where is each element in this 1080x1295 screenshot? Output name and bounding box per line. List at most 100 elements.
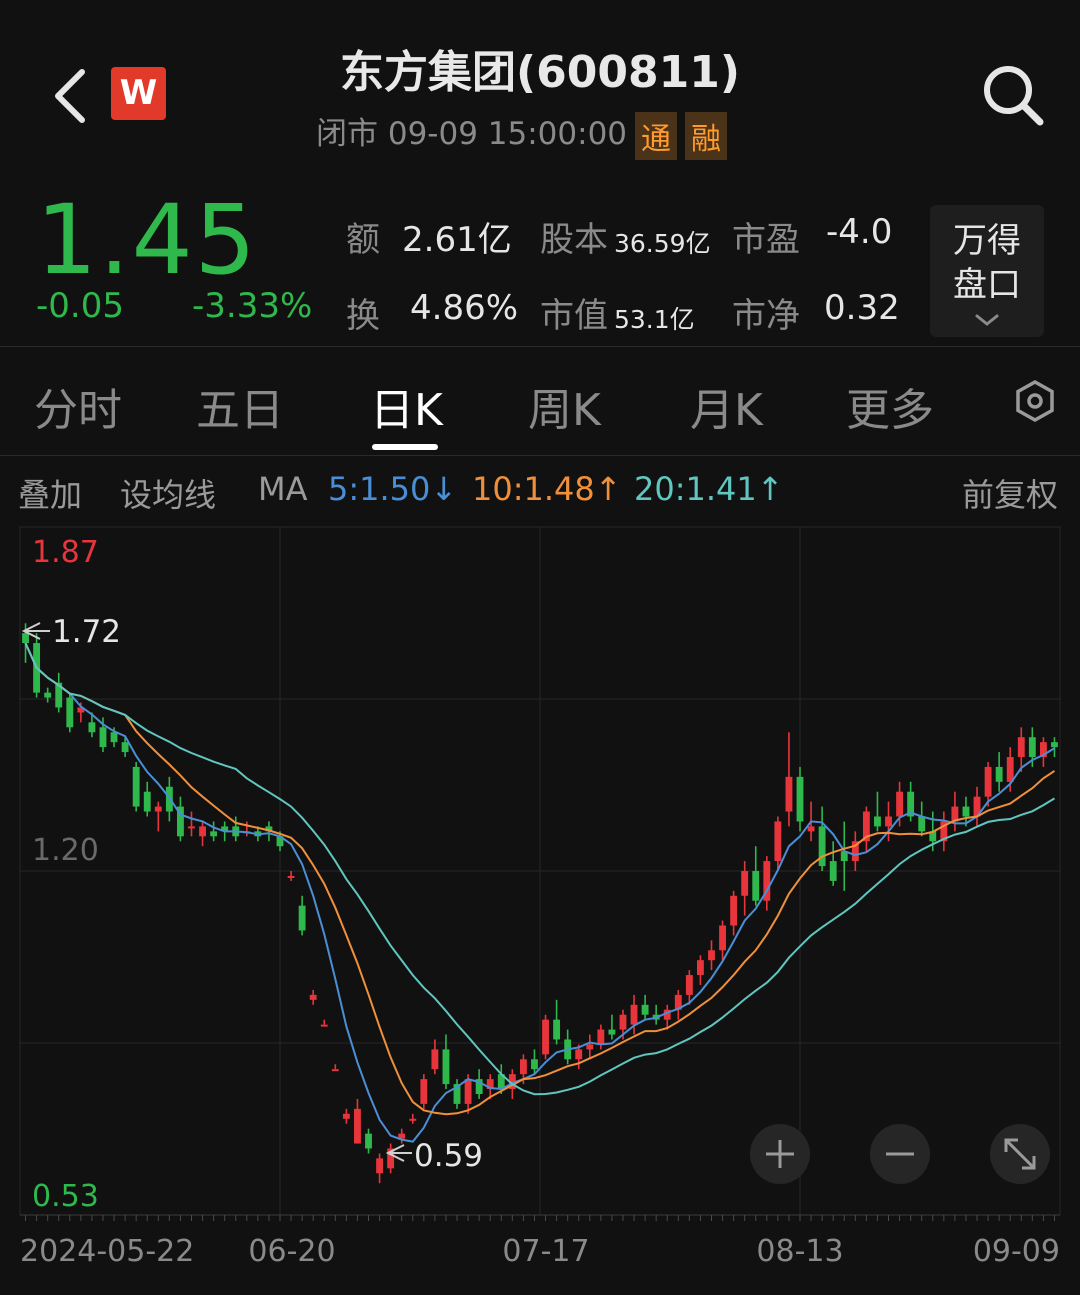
tab-daily-k[interactable]: 日K <box>370 374 443 438</box>
candle-body <box>995 766 1003 782</box>
amount-label: 额 <box>346 220 380 260</box>
candle-body <box>132 766 140 807</box>
candle-body <box>1028 737 1036 758</box>
candle-body <box>608 1029 616 1035</box>
market-status: 闭市 09-09 15:00:00 通融 <box>316 108 728 160</box>
tab-more[interactable]: 更多 <box>846 374 934 438</box>
candle-body <box>641 1004 649 1015</box>
high-marker-label: 1.72 <box>52 614 121 650</box>
candle-body <box>376 1158 384 1174</box>
candle-body <box>807 826 815 832</box>
turnover-value: 4.86% <box>410 288 519 328</box>
panel-button-line1: 万得 <box>953 221 1021 261</box>
mktcap-value: 53.1亿 <box>614 305 695 334</box>
set-ma-button[interactable]: 设均线 <box>120 470 216 516</box>
candle-body <box>1051 742 1058 748</box>
ma10-value: 10:1.48↑ <box>472 470 622 508</box>
x-tick-label: 06-20 <box>248 1234 335 1269</box>
x-tick-label: 09-09 <box>973 1234 1060 1269</box>
candle-body <box>188 826 195 829</box>
capital-value: 36.59亿 <box>614 229 711 258</box>
candle-body <box>420 1079 428 1104</box>
candle-body <box>918 816 926 832</box>
pe-label: 市盈 <box>732 220 800 260</box>
divider <box>0 455 1080 456</box>
candle-body <box>818 826 826 867</box>
candle-body <box>431 1049 439 1070</box>
last-price: 1.45 <box>36 184 258 296</box>
ma-label: MA <box>258 470 308 508</box>
candle-body <box>597 1029 605 1045</box>
candle-body <box>1017 737 1025 758</box>
pe-value: -4.0 <box>826 212 893 252</box>
candle-body <box>785 776 793 812</box>
x-tick-label: 08-13 <box>756 1234 843 1269</box>
candle-body <box>88 722 96 733</box>
candle-body <box>752 871 760 901</box>
candle-body <box>531 1059 538 1070</box>
overlay-button[interactable]: 叠加 <box>18 470 82 516</box>
candle-body <box>287 875 295 878</box>
candle-body <box>519 1059 527 1075</box>
price-change-percent: -3.33% <box>192 286 313 326</box>
turnover-label: 换 <box>346 296 380 336</box>
chart-grid <box>19 526 1061 1216</box>
candle-body <box>730 895 738 926</box>
back-icon[interactable] <box>48 66 92 126</box>
panel-button-line2: 盘口 <box>953 265 1021 305</box>
candle-body <box>885 816 892 827</box>
candle-body <box>586 1044 594 1050</box>
candle-body <box>553 1019 561 1040</box>
candle-body <box>342 1113 350 1119</box>
tab-intraday[interactable]: 分时 <box>34 374 122 438</box>
expand-button[interactable] <box>990 1124 1050 1184</box>
candle-body <box>210 831 218 837</box>
x-tick-label: 07-17 <box>502 1234 589 1269</box>
tab-monthly-k[interactable]: 月K <box>690 374 763 438</box>
tab-weekly-k[interactable]: 周K <box>528 374 601 438</box>
candle-body <box>66 697 74 728</box>
candle-body <box>708 950 715 961</box>
zoom-out-button[interactable] <box>870 1124 930 1184</box>
capital-label: 股本 <box>540 220 608 260</box>
rong-badge: 融 <box>685 111 728 160</box>
divider <box>0 346 1080 347</box>
kline-chart[interactable]: 1.87 1.20 0.53 1.72 0.59 2024-05-22 06-20… <box>0 515 1080 1295</box>
candle-body <box>774 821 782 862</box>
candle-body <box>685 975 693 995</box>
zoom-in-button[interactable] <box>750 1124 810 1184</box>
low-marker-label: 0.59 <box>414 1138 483 1174</box>
chevron-down-icon <box>975 314 999 326</box>
candle-body <box>796 776 804 822</box>
candle-body <box>984 766 992 797</box>
x-axis: 2024-05-22 06-20 07-17 08-13 09-09 <box>20 1214 1060 1269</box>
x-tick-label: 2024-05-22 <box>20 1234 194 1269</box>
candle-body <box>298 905 306 931</box>
candle-body <box>199 826 206 837</box>
candle-body <box>575 1049 583 1060</box>
candle-body <box>719 925 726 951</box>
candle-body <box>630 1004 638 1025</box>
candle-body <box>143 791 151 812</box>
candle-body <box>121 742 129 753</box>
candle-body <box>99 727 107 748</box>
adjust-button[interactable]: 前复权 <box>962 470 1058 516</box>
tab-five-day[interactable]: 五日 <box>196 374 284 438</box>
y-max-label: 1.87 <box>32 535 99 570</box>
search-icon[interactable] <box>980 62 1046 128</box>
candle-body <box>44 692 52 698</box>
status-text: 闭市 09-09 15:00:00 <box>316 116 628 152</box>
wind-quote-panel-button[interactable]: 万得 盘口 <box>930 205 1044 337</box>
candle-body <box>22 633 29 644</box>
settings-icon[interactable] <box>1014 380 1056 422</box>
candle-body <box>309 994 317 1000</box>
ma20-value: 20:1.41↑ <box>634 470 784 508</box>
candle-body <box>619 1014 627 1030</box>
page-title: 东方集团(600811) <box>340 47 740 98</box>
candle-body <box>1006 757 1014 782</box>
candle-body <box>962 806 970 817</box>
mktcap-label: 市值 <box>540 296 608 336</box>
wind-logo: W <box>111 67 166 120</box>
candle-body <box>365 1133 372 1149</box>
pb-value: 0.32 <box>824 288 900 328</box>
